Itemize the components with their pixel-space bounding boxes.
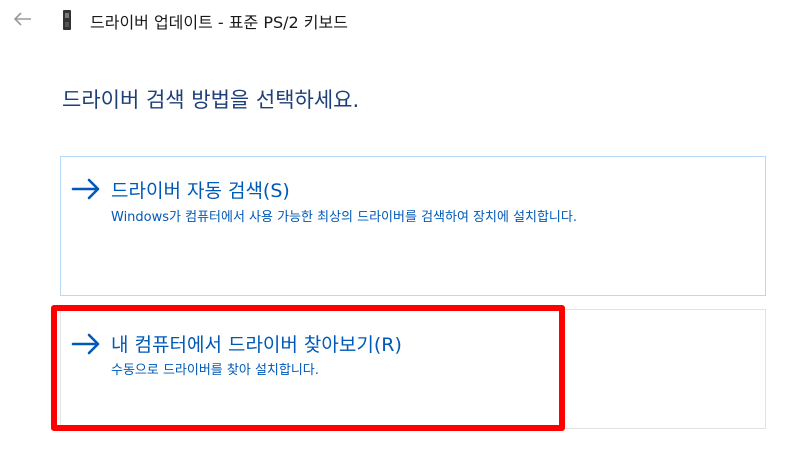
option-title: 내 컴퓨터에서 드라이버 찾아보기(R): [111, 334, 402, 356]
page-heading: 드라이버 검색 방법을 선택하세요.: [62, 88, 360, 112]
keyboard-device-icon: [63, 10, 71, 30]
back-arrow-icon: [14, 12, 31, 26]
option-description: 수동으로 드라이버를 찾아 설치합니다.: [111, 363, 319, 378]
title-bar: 드라이버 업데이트 - 표준 PS/2 키보드: [0, 0, 800, 42]
right-arrow-icon: [71, 333, 100, 355]
option-title: 드라이버 자동 검색(S): [111, 180, 290, 202]
browse-my-computer-option[interactable]: 내 컴퓨터에서 드라이버 찾아보기(R) 수동으로 드라이버를 찾아 설치합니다…: [60, 309, 766, 429]
option-description: Windows가 컴퓨터에서 사용 가능한 최상의 드라이버를 검색하여 장치에…: [111, 210, 577, 225]
window-title: 드라이버 업데이트 - 표준 PS/2 키보드: [90, 13, 348, 32]
right-arrow-icon: [71, 178, 100, 200]
search-automatically-option[interactable]: 드라이버 자동 검색(S) Windows가 컴퓨터에서 사용 가능한 최상의 …: [60, 156, 766, 296]
driver-update-wizard: 드라이버 업데이트 - 표준 PS/2 키보드 드라이버 검색 방법을 선택하세…: [0, 0, 800, 459]
back-button[interactable]: [12, 8, 34, 30]
